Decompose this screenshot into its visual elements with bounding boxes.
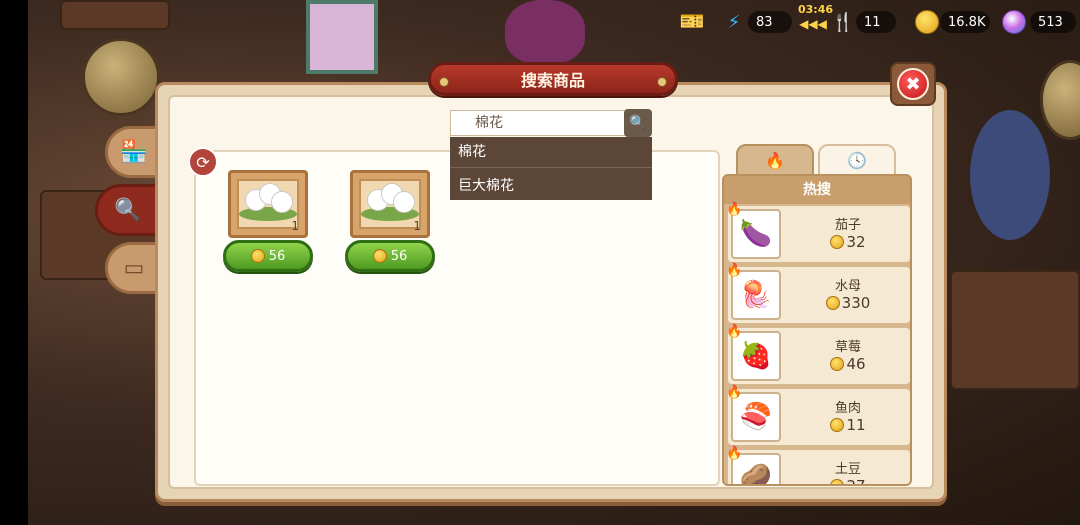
item-quantity: 1 [291, 219, 299, 233]
buy-button[interactable]: 56 [223, 240, 313, 272]
hot-item[interactable]: 🍓 🔥 草莓 46 [726, 324, 910, 384]
suggestion-item[interactable]: 巨大棉花 [450, 168, 652, 199]
hot-item-name: 鱼肉 [834, 401, 861, 416]
hot-item[interactable]: 🍆 🔥 茄子 32 [726, 202, 910, 262]
magnifier-icon: 🔍 [114, 197, 142, 223]
gem-add-icon[interactable] [1000, 8, 1028, 36]
gem-counter: 513 [1030, 11, 1076, 33]
shop-shelf-right [950, 270, 1080, 390]
coin-icon [830, 235, 845, 249]
gem-value: 513 [1038, 14, 1063, 30]
flame-icon: 🔥 [726, 324, 743, 339]
cotton-icon [241, 181, 295, 217]
hot-item-price: 330 [788, 294, 908, 312]
wall-poster [306, 0, 378, 74]
hot-item[interactable]: 🪼 🔥 水母 330 [726, 263, 910, 323]
tab-history[interactable]: 🕓 [818, 144, 896, 176]
price-value: 56 [390, 248, 408, 264]
flame-icon: 🔥 [765, 150, 785, 170]
rivet-right [657, 77, 667, 87]
panel-title: 搜索商品 [520, 71, 585, 90]
bear-plush [505, 0, 585, 64]
hot-item-price: 46 [788, 355, 908, 373]
close-button[interactable]: ✖ [890, 62, 936, 106]
suggestion-item[interactable]: 棉花 [450, 137, 652, 168]
energy-bolt-icon[interactable]: ⚡ [722, 8, 746, 36]
food-counter: 11 [856, 11, 896, 33]
rewind-icon: ◀◀◀ [799, 17, 827, 31]
fork-knife-icon[interactable]: 🍴 [830, 8, 856, 36]
hot-item[interactable]: 🥔 🔥 土豆 27 [726, 446, 910, 484]
hot-item-price: 32 [788, 233, 908, 251]
coin-icon [830, 479, 845, 484]
search-icon: 🔍 [629, 115, 647, 131]
buy-button[interactable]: 56 [345, 240, 435, 272]
close-icon: ✖ [897, 68, 929, 100]
search-button[interactable]: 🔍 [624, 109, 652, 137]
panel-title-banner: 搜索商品 [428, 62, 678, 96]
refresh-button[interactable]: ⟳ [188, 147, 218, 177]
item-crate: 1 [350, 170, 430, 238]
tab-search[interactable]: 🔍 [95, 184, 161, 236]
hot-search-panel: 热搜 🍆 🔥 茄子 32 🪼 🔥 水母 330 🍓 🔥 草莓 46 🍣 🔥 鱼肉… [722, 174, 912, 486]
item-quantity: 1 [413, 219, 421, 233]
box-icon: ▭ [123, 255, 145, 281]
hot-search-title: 热搜 [724, 176, 910, 204]
coin-add-icon[interactable] [912, 8, 942, 36]
hot-item-name: 草莓 [834, 340, 861, 355]
result-item-card[interactable]: 1 56 [345, 170, 435, 274]
flame-icon: 🔥 [726, 446, 743, 461]
hot-item-name: 水母 [834, 279, 861, 294]
hot-item-name: 茄子 [834, 218, 861, 233]
screen-edge [0, 0, 28, 525]
cotton-icon [363, 181, 417, 217]
coin-icon [250, 249, 265, 263]
flame-icon: 🔥 [726, 202, 743, 217]
raccoon-figure [970, 110, 1050, 240]
shop-stall-icon: 🏪 [120, 139, 148, 165]
coin-icon [372, 249, 387, 263]
coin-icon [825, 296, 840, 310]
energy-counter: 83 [748, 11, 792, 33]
timer-text: 03:46 [798, 3, 834, 16]
wall-lamp [82, 38, 160, 116]
hot-item-name: 土豆 [834, 462, 861, 477]
energy-value: 83 [756, 14, 773, 30]
clock-icon: 🕓 [847, 150, 867, 170]
coin-icon [830, 357, 845, 371]
food-value: 11 [864, 14, 881, 30]
search-input[interactable]: 棉花 [450, 110, 626, 136]
search-suggestions: 棉花 巨大棉花 [450, 137, 652, 200]
wall-lamp-right [1040, 60, 1080, 140]
price-value: 56 [268, 248, 286, 264]
flame-icon: 🔥 [726, 263, 743, 278]
gift-card-icon[interactable]: 🎫 [674, 6, 710, 36]
coin-counter: 16.8K [940, 11, 990, 33]
ceiling-beam [60, 0, 170, 30]
flame-icon: 🔥 [726, 385, 743, 400]
rivet-left [439, 77, 449, 87]
refresh-icon: ⟳ [196, 152, 210, 172]
item-crate: 1 [228, 170, 308, 238]
coin-value: 16.8K [948, 14, 986, 30]
result-item-card[interactable]: 1 56 [223, 170, 313, 274]
hot-item[interactable]: 🍣 🔥 鱼肉 11 [726, 385, 910, 445]
coin-icon [830, 418, 845, 432]
tab-hot-search[interactable]: 🔥 [736, 144, 814, 176]
hot-item-price: 27 [788, 477, 908, 484]
hot-item-price: 11 [788, 416, 908, 434]
